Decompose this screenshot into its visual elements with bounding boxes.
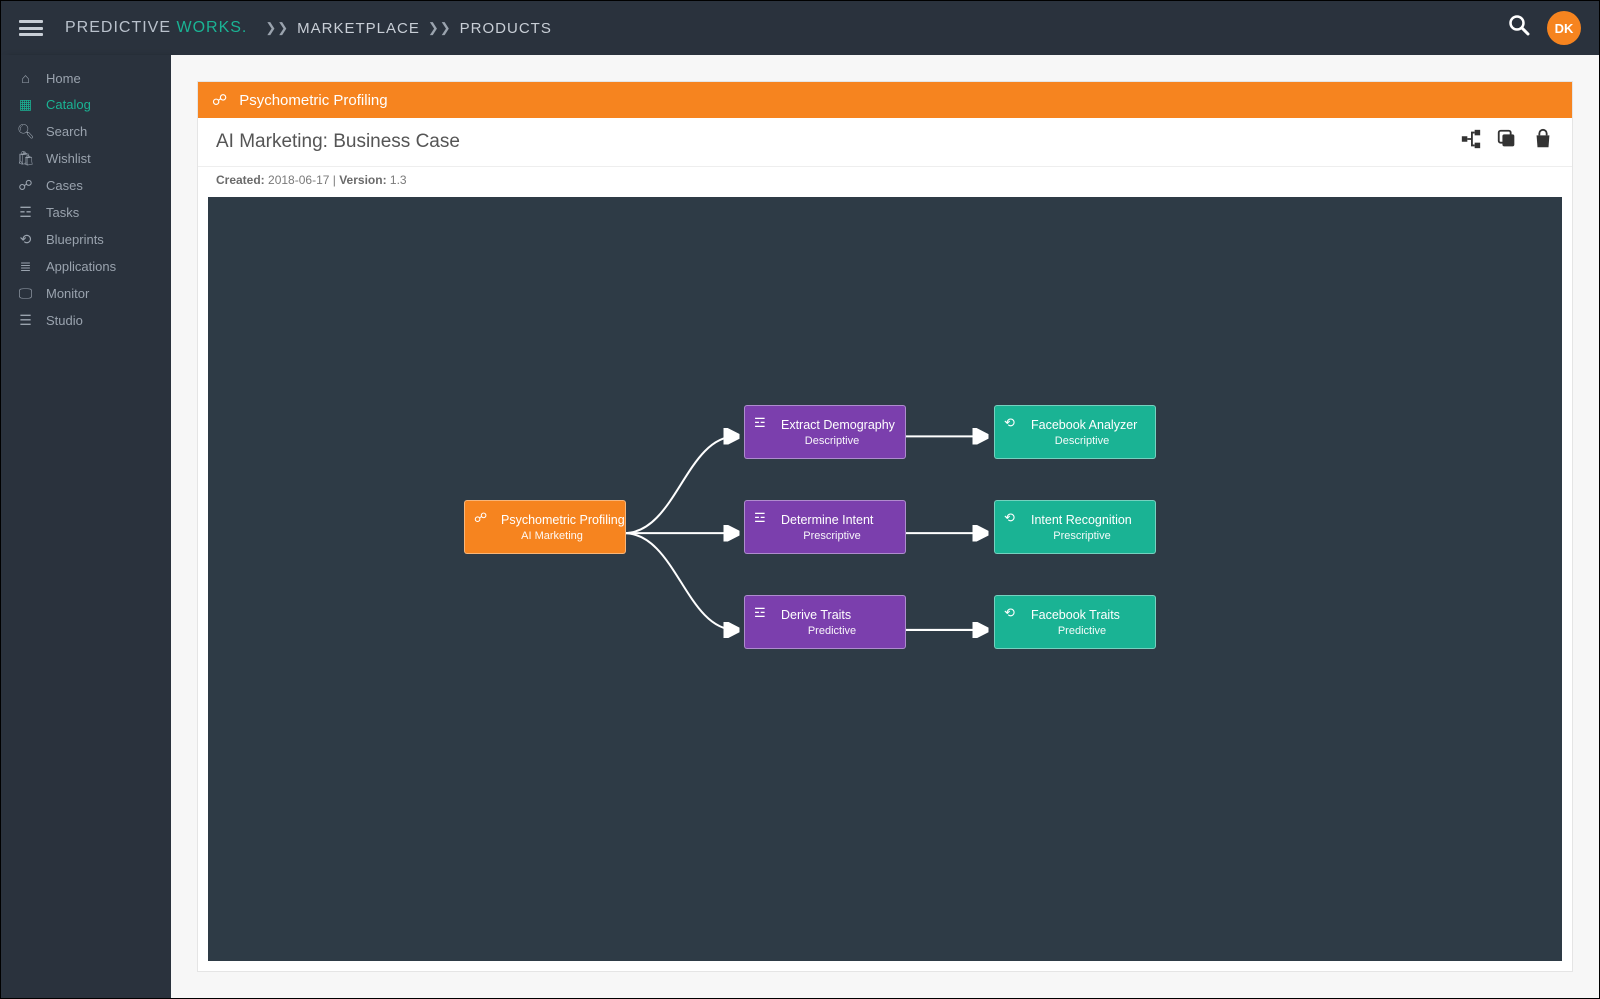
sidebar-item-label: Cases [46,178,83,193]
sidebar-item-label: Wishlist [46,151,91,166]
node-subtitle: Descriptive [759,435,905,447]
breadcrumb-item-marketplace[interactable]: MARKETPLACE [297,20,420,37]
sidebar-item-monitor[interactable]: 🖵 Monitor [1,280,171,307]
home-icon: ⌂ [17,70,34,86]
content-card: ☍ Psychometric Profiling AI Marketing: B… [197,81,1573,972]
topbar: PREDICTIVE WORKS. ❯❯ MARKETPLACE ❯❯ PROD… [1,1,1599,55]
brand-part1: PREDICTIVE [65,19,176,36]
avatar-initials: DK [1555,21,1574,36]
node-subtitle: Prescriptive [759,530,905,542]
tree-view-button[interactable] [1460,128,1482,156]
diagram-node-root[interactable]: ☍ Psychometric Profiling AI Marketing [464,500,626,554]
sidebar-item-tasks[interactable]: ☲ Tasks [1,199,171,226]
search-icon: 🔍︎ [17,123,34,140]
sidebar-item-home[interactable]: ⌂ Home [1,65,171,91]
node-title: Extract Demography [781,418,905,433]
page-title: AI Marketing: Business Case [216,131,460,153]
node-title: Determine Intent [781,513,905,528]
share-icon: ⟲ [17,231,34,248]
grid-icon: ▦ [17,96,34,113]
sidebar: ⌂ Home ▦ Catalog 🔍︎ Search 🛍︎ Wishlist ☍… [1,55,171,998]
tasks-icon: ☲ [17,204,34,221]
node-subtitle: Descriptive [1009,435,1155,447]
sitemap-icon: ☍ [474,510,487,526]
version-label: Version: [339,173,386,187]
node-title: Derive Traits [781,608,905,623]
sidebar-item-search[interactable]: 🔍︎ Search [1,118,171,145]
tasks-icon: ☲ [754,605,766,621]
breadcrumb-item-products[interactable]: PRODUCTS [460,20,552,37]
sidebar-item-label: Studio [46,313,83,328]
share-icon: ⟲ [1004,510,1015,526]
sidebar-item-cases[interactable]: ☍ Cases [1,172,171,199]
monitor-icon: 🖵 [17,285,34,302]
sitemap-icon: ☍ [212,91,227,109]
node-title: Facebook Traits [1031,608,1155,623]
sidebar-item-applications[interactable]: ≣ Applications [1,253,171,280]
tasks-icon: ☲ [754,510,766,526]
node-subtitle: Predictive [759,625,905,637]
brand: PREDICTIVE WORKS. [65,19,247,37]
created-label: Created: [216,173,265,187]
diagram-node-determine-intent[interactable]: ☲ Determine Intent Prescriptive [744,500,906,554]
main-area: ☍ Psychometric Profiling AI Marketing: B… [171,55,1599,998]
diagram-canvas[interactable]: ☍ Psychometric Profiling AI Marketing ☲ … [208,197,1562,961]
sidebar-item-catalog[interactable]: ▦ Catalog [1,91,171,118]
diagram-node-intent-recognition[interactable]: ⟲ Intent Recognition Prescriptive [994,500,1156,554]
brand-part2: WORKS. [176,19,247,36]
diagram-node-derive-traits[interactable]: ☲ Derive Traits Predictive [744,595,906,649]
diagram-node-facebook-analyzer[interactable]: ⟲ Facebook Analyzer Descriptive [994,405,1156,459]
layers-icon: ≣ [17,258,34,275]
search-icon[interactable] [1507,13,1531,43]
node-subtitle: Prescriptive [1009,530,1155,542]
tasks-icon: ☲ [754,415,766,431]
diagram-node-facebook-traits[interactable]: ⟲ Facebook Traits Predictive [994,595,1156,649]
menu-toggle-button[interactable] [19,16,43,40]
meta-row: Created: 2018-06-17 | Version: 1.3 [198,167,1572,197]
share-icon: ⟲ [1004,605,1015,621]
sidebar-item-blueprints[interactable]: ⟲ Blueprints [1,226,171,253]
created-value: 2018-06-17 [268,173,329,187]
share-icon: ⟲ [1004,415,1015,431]
copy-button[interactable] [1496,128,1518,156]
diagram-edges [208,197,1562,961]
node-title: Facebook Analyzer [1031,418,1155,433]
sidebar-item-wishlist[interactable]: 🛍︎ Wishlist [1,145,171,172]
sidebar-item-label: Monitor [46,286,89,301]
chevron-right-icon: ❯❯ [265,20,289,36]
chevron-right-icon: ❯❯ [428,20,452,36]
sidebar-item-label: Applications [46,259,116,274]
bag-button[interactable] [1532,128,1554,156]
node-title: Psychometric Profiling [501,513,625,528]
version-value: 1.3 [390,173,407,187]
sidebar-item-label: Home [46,71,81,86]
sidebar-item-label: Tasks [46,205,79,220]
sidebar-item-studio[interactable]: ☰ Studio [1,307,171,334]
banner-title: Psychometric Profiling [239,92,387,109]
lines-icon: ☰ [17,312,34,329]
breadcrumb: ❯❯ MARKETPLACE ❯❯ PRODUCTS [257,20,551,37]
node-subtitle: Predictive [1009,625,1155,637]
node-subtitle: AI Marketing [479,530,625,542]
card-banner: ☍ Psychometric Profiling [198,82,1572,118]
bag-icon: 🛍︎ [17,150,34,167]
sidebar-item-label: Blueprints [46,232,104,247]
node-title: Intent Recognition [1031,513,1155,528]
diagram-node-extract-demography[interactable]: ☲ Extract Demography Descriptive [744,405,906,459]
sitemap-icon: ☍ [17,177,34,194]
avatar[interactable]: DK [1547,11,1581,45]
card-title-row: AI Marketing: Business Case [198,118,1572,167]
sidebar-item-label: Search [46,124,87,139]
sidebar-item-label: Catalog [46,97,91,112]
